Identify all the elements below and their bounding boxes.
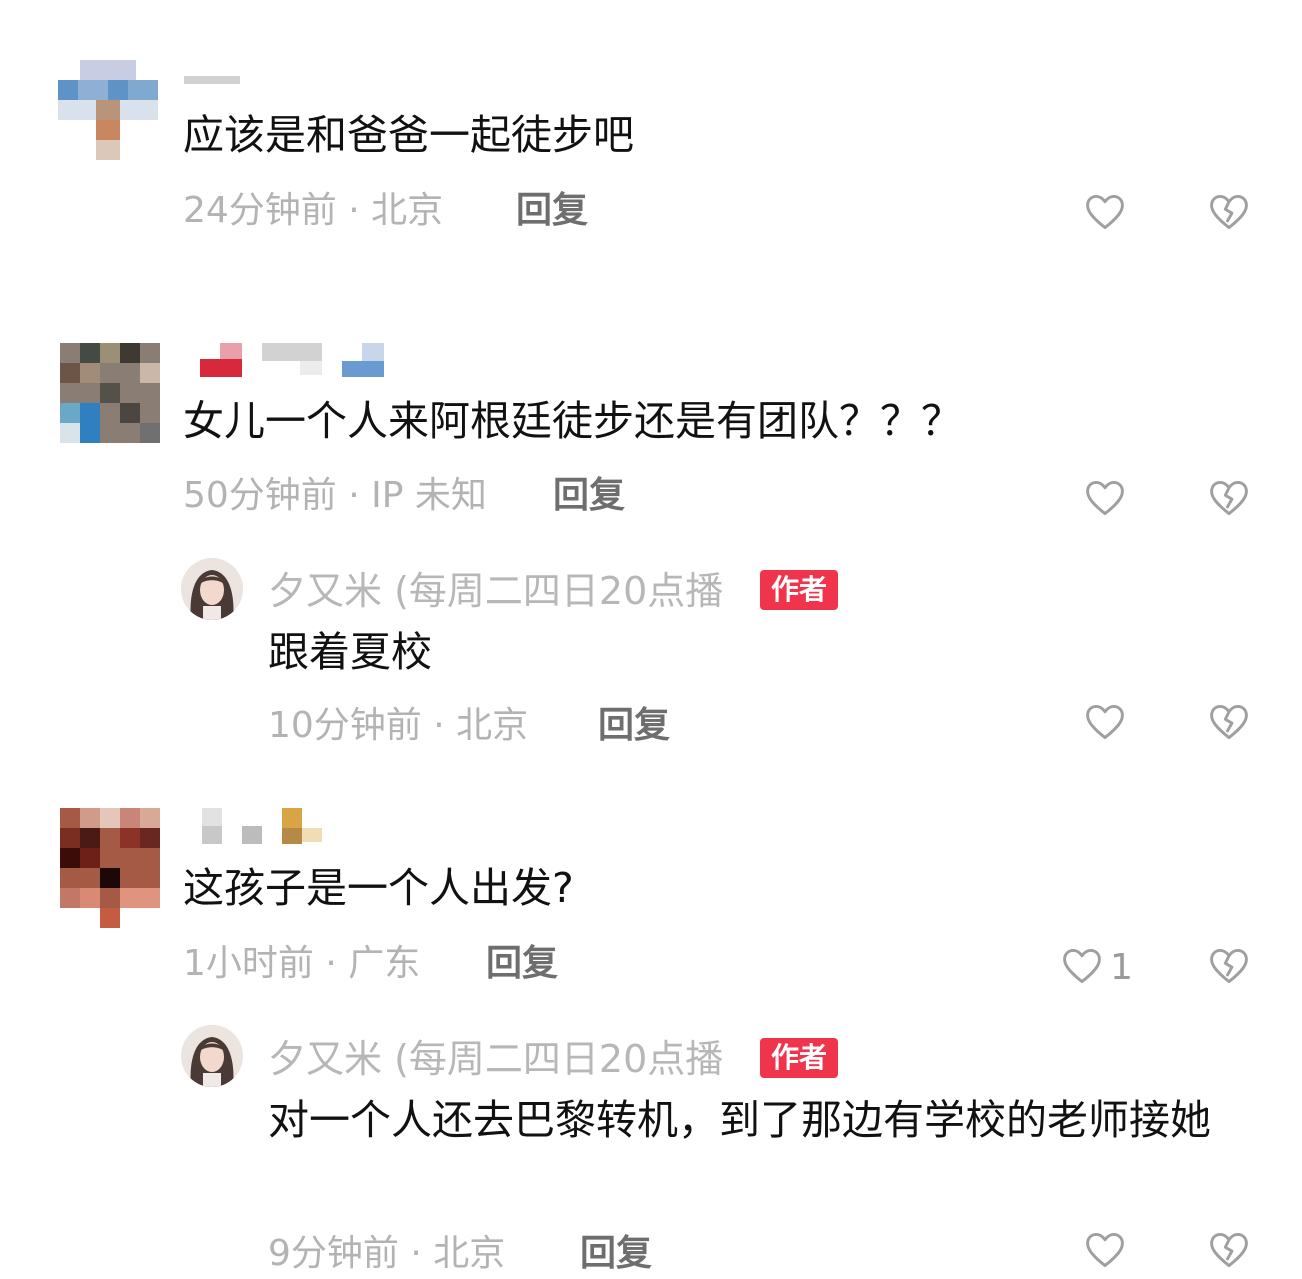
reply-meta: 10分钟前 · 北京 (268, 705, 529, 746)
author-badge: 作者 (760, 1038, 839, 1078)
author-avatar[interactable] (181, 558, 243, 620)
user-avatar[interactable] (60, 808, 160, 928)
like-heart-icon[interactable] (1060, 944, 1104, 988)
reply-text: 对一个人还去巴黎转机，到了那边有学校的老师接她 (268, 1096, 1211, 1144)
reply-button[interactable]: 回复 (598, 708, 670, 744)
like-heart-icon[interactable] (1083, 190, 1127, 234)
broken-heart-icon[interactable] (1207, 944, 1251, 988)
comment-meta: 1小时前 · 广东 (183, 943, 421, 984)
reply-text: 跟着夏校 (268, 628, 432, 676)
broken-heart-icon[interactable] (1207, 190, 1251, 234)
author-badge: 作者 (760, 570, 839, 610)
author-avatar[interactable] (181, 1025, 243, 1087)
reply-button[interactable]: 回复 (516, 193, 588, 229)
comment-text: 应该是和爸爸一起徒步吧 (183, 111, 634, 159)
reply-meta: 9分钟前 · 北京 (268, 1233, 506, 1274)
like-heart-icon[interactable] (1083, 476, 1127, 520)
user-avatar[interactable] (58, 60, 158, 160)
username-blurred[interactable] (200, 808, 330, 844)
broken-heart-icon[interactable] (1207, 1228, 1251, 1272)
like-heart-icon[interactable] (1083, 1228, 1127, 1272)
broken-heart-icon[interactable] (1207, 700, 1251, 744)
reply-button[interactable]: 回复 (486, 946, 558, 982)
comment-meta: 50分钟前 · IP 未知 (183, 475, 487, 516)
like-heart-icon[interactable] (1083, 700, 1127, 744)
author-name[interactable]: 夕又米 (每周二四日20点播 (268, 1040, 723, 1078)
user-avatar[interactable] (60, 343, 160, 443)
broken-heart-icon[interactable] (1207, 476, 1251, 520)
username-blurred[interactable] (200, 343, 390, 377)
like-count: 1 (1110, 947, 1133, 988)
reply-button[interactable]: 回复 (553, 478, 625, 514)
author-name[interactable]: 夕又米 (每周二四日20点播 (268, 572, 723, 610)
reply-button[interactable]: 回复 (580, 1236, 652, 1272)
comment-text: 这孩子是一个人出发? (183, 864, 574, 912)
comment-text: 女儿一个人来阿根廷徒步还是有团队？？？ (183, 397, 962, 445)
username-blurred[interactable] (184, 70, 244, 90)
comment-meta: 24分钟前 · 北京 (183, 190, 444, 231)
